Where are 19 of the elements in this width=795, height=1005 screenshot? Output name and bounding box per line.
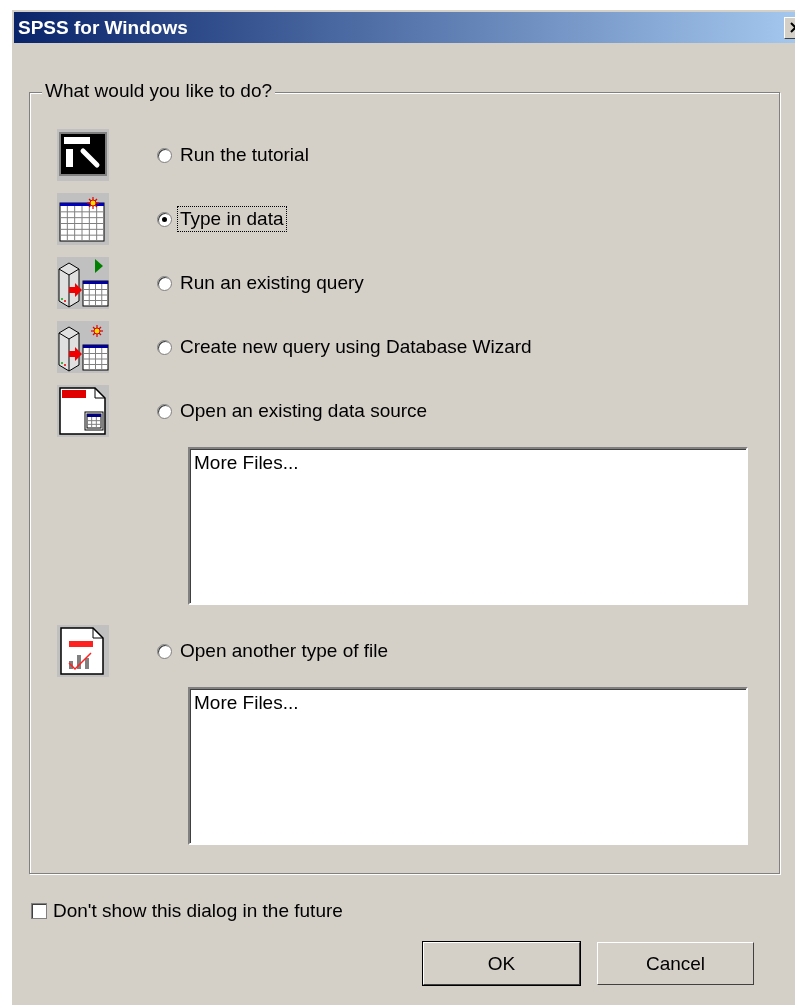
document-icon <box>57 625 109 677</box>
list-item[interactable]: More Files... <box>194 452 299 474</box>
window-title: SPSS for Windows <box>17 16 188 39</box>
radio-option[interactable]: Create new query using Database Wizard <box>157 334 535 360</box>
radio-option[interactable]: Run an existing query <box>157 270 367 296</box>
spreadsheet-icon <box>57 193 109 245</box>
radio-option[interactable]: Open an existing data source <box>157 398 431 424</box>
server-table-icon <box>57 321 109 373</box>
list-item[interactable]: More Files... <box>194 692 299 714</box>
server-table-icon <box>57 257 109 309</box>
cancel-button[interactable]: Cancel <box>597 942 754 985</box>
lesson-board-icon <box>57 129 109 181</box>
document-icon <box>57 385 109 437</box>
radio-option[interactable]: Open another type of file <box>157 638 392 664</box>
radio-option[interactable]: Run the tutorial <box>157 142 312 168</box>
file-list[interactable]: More Files... <box>188 447 748 605</box>
checkbox-option[interactable]: Don't show this dialog in the future <box>31 900 343 922</box>
ok-button[interactable]: OK <box>423 942 580 985</box>
file-list[interactable]: More Files... <box>188 687 748 845</box>
